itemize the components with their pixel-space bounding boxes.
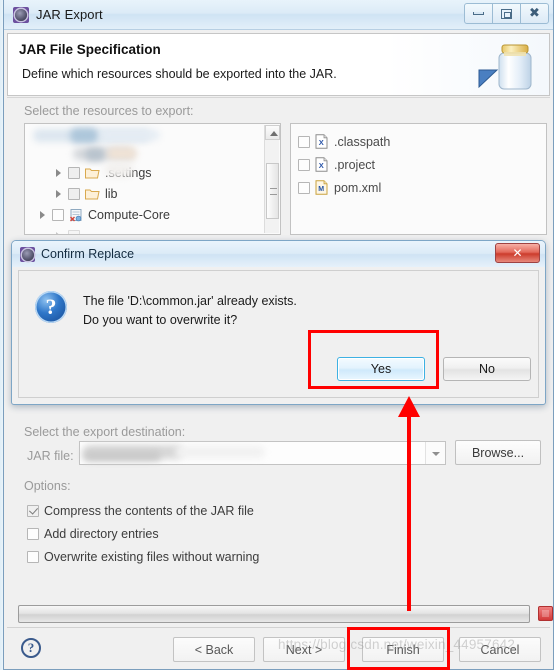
- window-titlebar: JAR Export ✖: [4, 0, 553, 30]
- file-label: pom.xml: [334, 180, 382, 195]
- expand-arrow-icon[interactable]: [53, 231, 64, 234]
- jar-export-icon: [20, 246, 35, 262]
- blurred-folder-row: [85, 148, 105, 161]
- option-compress[interactable]: Compress the contents of the JAR file: [27, 504, 254, 518]
- tree-item-partial[interactable]: [53, 226, 85, 234]
- stop-button[interactable]: [538, 606, 553, 621]
- next-button[interactable]: Next >: [263, 637, 345, 662]
- page-subtitle: Define which resources should be exporte…: [22, 67, 337, 81]
- resources-section-label: Select the resources to export:: [24, 104, 194, 118]
- tree-item-label: lib: [105, 187, 118, 201]
- close-icon: ✕: [512, 246, 523, 260]
- file-label: .project: [334, 157, 375, 172]
- jar-jar-icon: [478, 44, 532, 90]
- option-checkbox[interactable]: [27, 551, 39, 563]
- confirm-dialog-title: Confirm Replace: [41, 247, 135, 261]
- tree-checkbox[interactable]: [68, 167, 80, 179]
- tree-item-label: Compute-Core: [88, 208, 170, 222]
- resource-tree[interactable]: .settings lib: [24, 123, 281, 235]
- folder-icon: [85, 168, 100, 179]
- tree-vertical-scrollbar[interactable]: [264, 125, 280, 233]
- finish-button[interactable]: Finish: [362, 637, 444, 662]
- maximize-button[interactable]: [492, 3, 521, 24]
- blurred-project-row: [70, 128, 98, 143]
- tree-item-settings[interactable]: .settings: [53, 163, 152, 183]
- maven-file-icon: M: [315, 180, 328, 195]
- minimize-button[interactable]: [464, 3, 493, 24]
- blurred-folder-row: [107, 147, 137, 160]
- maximize-icon: [501, 8, 512, 19]
- blurred-jar-path: [175, 446, 265, 458]
- help-icon[interactable]: ?: [21, 638, 41, 658]
- confirm-message-line-2: Do you want to overwrite it?: [83, 313, 238, 327]
- expand-arrow-icon[interactable]: [53, 168, 64, 179]
- jar-file-label: JAR file:: [27, 449, 74, 463]
- tree-item-lib[interactable]: lib: [53, 184, 118, 204]
- close-button[interactable]: ✖: [520, 3, 549, 24]
- tree-checkbox[interactable]: [68, 230, 80, 234]
- option-add-directory-entries[interactable]: Add directory entries: [27, 527, 159, 541]
- blurred-label-overlay: [105, 162, 133, 177]
- resource-file-list[interactable]: X .classpath X .project M pom.xml: [290, 123, 547, 235]
- file-checkbox[interactable]: [298, 135, 310, 148]
- svg-text:M: M: [318, 186, 324, 193]
- close-icon: ✖: [529, 6, 540, 21]
- window-controls: ✖: [464, 3, 549, 24]
- question-mark-icon: ?: [35, 291, 67, 323]
- xml-file-icon: X: [315, 134, 328, 149]
- confirm-message-line-1: The file 'D:\common.jar' already exists.: [83, 294, 297, 308]
- svg-text:X: X: [319, 138, 324, 147]
- expand-arrow-icon[interactable]: [53, 189, 64, 200]
- list-item[interactable]: X .project: [291, 153, 546, 176]
- option-overwrite-without-warning[interactable]: Overwrite existing files without warning: [27, 550, 259, 564]
- list-item[interactable]: M pom.xml: [291, 176, 546, 199]
- option-checkbox[interactable]: [27, 505, 39, 517]
- tree-checkbox[interactable]: [68, 188, 80, 200]
- screenshot-root: JAR Export ✖ JAR File Specification Defi…: [0, 0, 557, 670]
- project-icon: [70, 209, 82, 222]
- page-title: JAR File Specification: [19, 42, 161, 57]
- confirm-dialog-content: ? The file 'D:\common.jar' already exist…: [18, 270, 539, 398]
- wizard-footer: ? < Back Next > Finish Cancel: [7, 627, 550, 669]
- yes-button[interactable]: Yes: [337, 357, 425, 381]
- file-checkbox[interactable]: [298, 181, 310, 194]
- combo-chevron-down-icon[interactable]: [425, 442, 445, 464]
- confirm-dialog-close-button[interactable]: ✕: [495, 243, 540, 263]
- jar-file-combo[interactable]: [79, 441, 446, 465]
- tree-checkbox[interactable]: [52, 209, 64, 221]
- tree-item-compute-core[interactable]: Compute-Core: [37, 205, 170, 225]
- blurred-project-row: [100, 130, 160, 140]
- scrollbar-thumb[interactable]: [266, 163, 279, 219]
- progress-bar: [18, 605, 530, 623]
- confirm-replace-dialog: Confirm Replace ✕ ? The file 'D:\common.…: [11, 240, 546, 405]
- no-button[interactable]: No: [443, 357, 531, 381]
- list-item[interactable]: X .classpath: [291, 130, 546, 153]
- xml-file-icon: X: [315, 157, 328, 172]
- minimize-icon: [473, 12, 484, 15]
- blurred-jar-path: [83, 451, 161, 461]
- svg-text:X: X: [319, 161, 324, 170]
- back-button[interactable]: < Back: [173, 637, 255, 662]
- confirm-dialog-titlebar: Confirm Replace ✕: [12, 241, 545, 267]
- expand-arrow-icon[interactable]: [37, 210, 48, 221]
- browse-button[interactable]: Browse...: [455, 440, 541, 465]
- jar-export-icon: [13, 6, 29, 23]
- window-title: JAR Export: [36, 7, 103, 22]
- file-label: .classpath: [334, 134, 391, 149]
- option-label: Compress the contents of the JAR file: [44, 504, 254, 518]
- wizard-header: JAR File Specification Define which reso…: [7, 33, 550, 96]
- scroll-up-icon[interactable]: [265, 125, 280, 140]
- destination-section-label: Select the export destination:: [24, 425, 186, 439]
- option-checkbox[interactable]: [27, 528, 39, 540]
- options-section-label: Options:: [24, 479, 71, 493]
- option-label: Overwrite existing files without warning: [44, 550, 260, 564]
- cancel-button[interactable]: Cancel: [459, 637, 541, 662]
- option-label: Add directory entries: [44, 527, 159, 541]
- folder-icon: [85, 189, 100, 200]
- file-checkbox[interactable]: [298, 158, 310, 171]
